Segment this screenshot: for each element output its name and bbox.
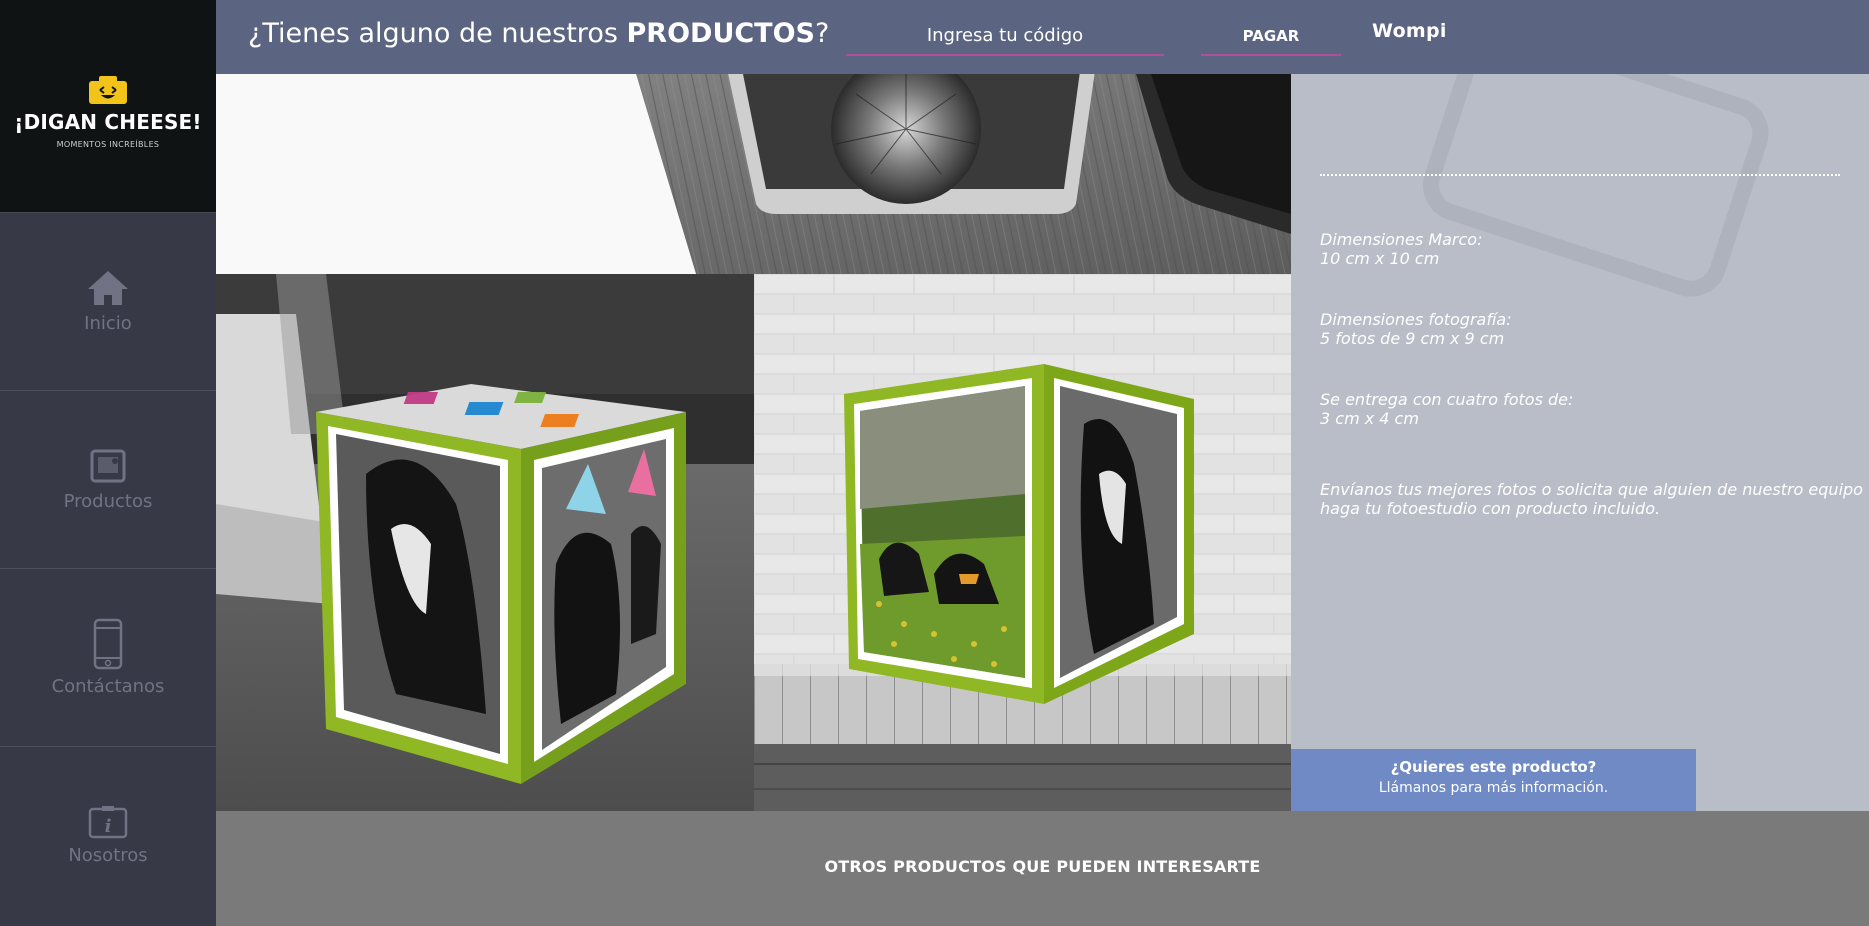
sidebar: ¡DIGAN CHEESE! MOMENTOS INCREÍBLES Inici… xyxy=(0,0,216,926)
photos-icon xyxy=(90,449,126,483)
spec-value: 5 fotos de 9 cm x 9 cm xyxy=(1320,329,1505,348)
spec-value: 10 cm x 10 cm xyxy=(1320,249,1440,268)
related-products-section: OTROS PRODUCTOS QUE PUEDEN INTERESARTE xyxy=(216,811,1869,926)
sidebar-item-productos[interactable]: Productos xyxy=(0,390,216,568)
sidebar-item-inicio[interactable]: Inicio xyxy=(0,212,216,390)
cta-subtitle: Llámanos para más información. xyxy=(1378,780,1609,796)
cta-title: ¿Quieres este producto? xyxy=(1390,758,1597,776)
product-photo-cube-desk xyxy=(216,274,754,811)
spec-photo-dimensions: Dimensiones fotografía: 5 fotos de 9 cm … xyxy=(1320,310,1512,348)
sidebar-item-label: Inicio xyxy=(84,313,132,334)
home-icon xyxy=(88,271,128,305)
spec-title: Dimensiones fotografía: xyxy=(1320,310,1512,329)
camera-icon xyxy=(89,75,127,104)
info-icon: i xyxy=(88,806,128,839)
spec-title: Dimensiones Marco: xyxy=(1320,230,1483,249)
product-photo-top xyxy=(216,74,1291,274)
product-photo-cube-shelf xyxy=(754,274,1291,811)
brand-tagline: MOMENTOS INCREÍBLES xyxy=(56,139,160,149)
header-question-end: ? xyxy=(815,18,830,49)
header-question-bold: PRODUCTOS xyxy=(626,18,816,49)
spec-frame-dimensions: Dimensiones Marco: 10 cm x 10 cm xyxy=(1320,230,1482,268)
product-info-panel: Dimensiones Marco: 10 cm x 10 cm Dimensi… xyxy=(1291,74,1869,811)
contact-cta-button[interactable]: ¿Quieres este producto? Llámanos para má… xyxy=(1291,749,1696,811)
related-products-title: OTROS PRODUCTOS QUE PUEDEN INTERESARTE xyxy=(824,857,1261,876)
sidebar-item-contactanos[interactable]: Contáctanos xyxy=(0,568,216,746)
product-code-input[interactable] xyxy=(846,17,1164,56)
spec-included-photos: Se entrega con cuatro fotos de: 3 cm x 4… xyxy=(1320,390,1573,428)
sidebar-item-nosotros[interactable]: i Nosotros xyxy=(0,746,216,924)
wompi-logo: Wompi xyxy=(1372,20,1447,42)
pay-button[interactable]: PAGAR xyxy=(1201,18,1341,56)
sidebar-item-label: Productos xyxy=(63,491,153,512)
note-line-1: Envíanos tus mejores fotos o solicita qu… xyxy=(1320,480,1863,499)
top-bar: ¿Tienes alguno de nuestros PRODUCTOS? PA… xyxy=(216,0,1869,74)
sidebar-item-label: Nosotros xyxy=(68,845,148,866)
sidebar-item-label: Contáctanos xyxy=(51,676,165,697)
spec-value: 3 cm x 4 cm xyxy=(1320,409,1419,428)
header-question-start: ¿Tienes alguno de nuestros xyxy=(248,18,627,49)
product-note: Envíanos tus mejores fotos o solicita qu… xyxy=(1320,480,1863,518)
svg-text:i: i xyxy=(105,816,112,837)
watermark-icon xyxy=(1422,74,1769,297)
info-divider xyxy=(1320,174,1840,176)
brand-logo[interactable]: ¡DIGAN CHEESE! MOMENTOS INCREÍBLES xyxy=(0,0,216,212)
header-question: ¿Tienes alguno de nuestros PRODUCTOS? xyxy=(248,18,829,49)
spec-title: Se entrega con cuatro fotos de: xyxy=(1320,390,1574,409)
note-line-2: haga tu fotoestudio con producto incluid… xyxy=(1320,499,1661,518)
phone-icon xyxy=(93,618,123,670)
brand-name: ¡DIGAN CHEESE! xyxy=(14,109,202,134)
